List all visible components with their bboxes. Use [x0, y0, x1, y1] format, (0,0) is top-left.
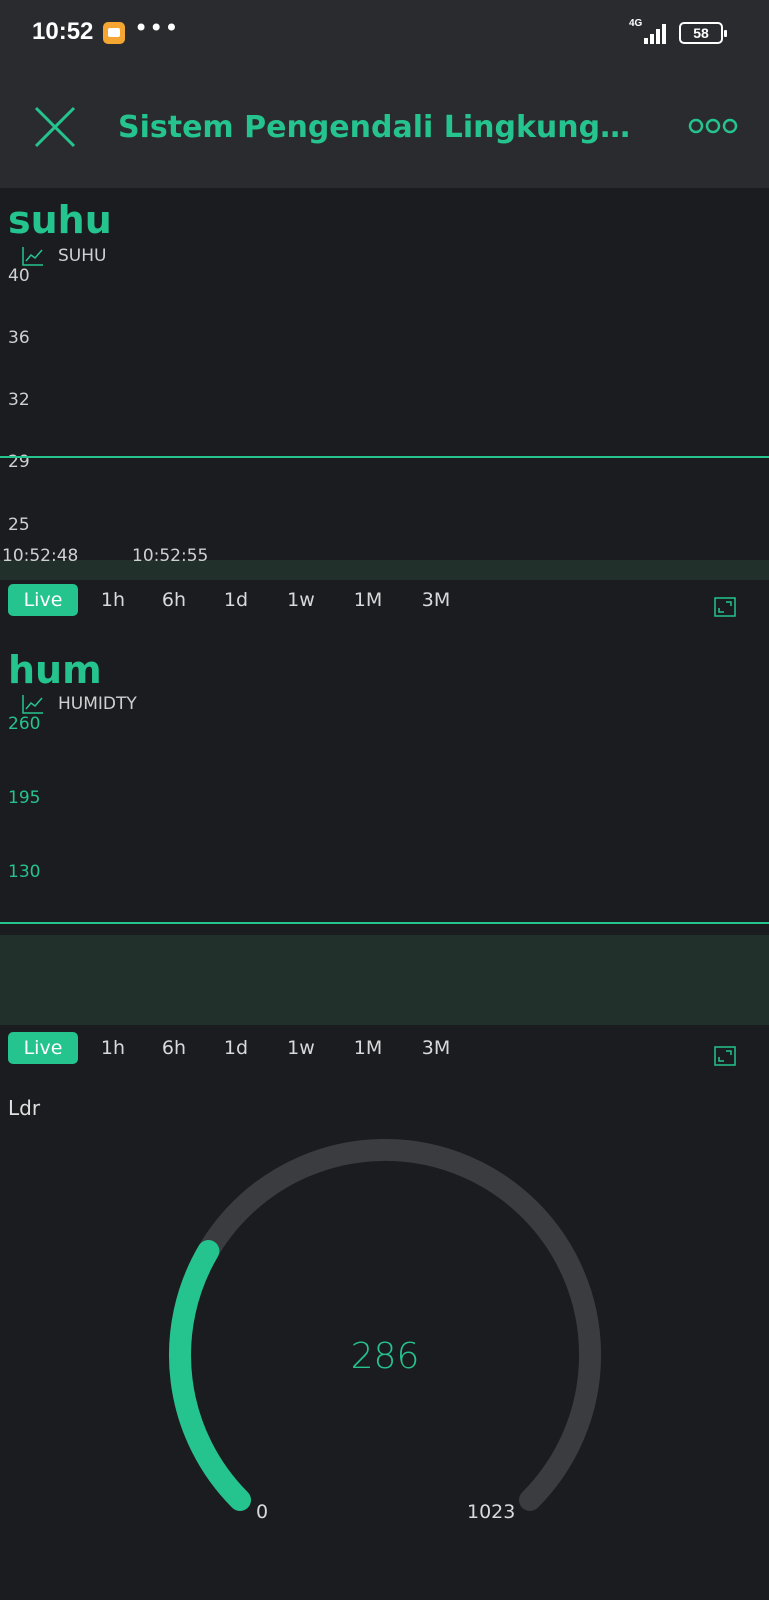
- x-tick: 10:52:48: [2, 546, 79, 566]
- suhu-plot-area[interactable]: [0, 270, 769, 580]
- close-button[interactable]: [28, 100, 82, 154]
- period-tab-6h[interactable]: 6h: [144, 589, 204, 611]
- period-tab-live[interactable]: Live: [8, 1032, 78, 1064]
- period-tab-1w[interactable]: 1w: [271, 589, 331, 611]
- period-tab-1h[interactable]: 1h: [83, 589, 143, 611]
- series-area-fill: [0, 560, 769, 580]
- period-tab-3m[interactable]: 3M: [406, 1037, 466, 1059]
- page-title: Sistem Pengendali Lingkungan...: [118, 110, 648, 145]
- chart-title: hum: [8, 648, 102, 692]
- period-tab-1d[interactable]: 1d: [206, 1037, 266, 1059]
- period-tab-1w[interactable]: 1w: [271, 1037, 331, 1059]
- period-tab-1m[interactable]: 1M: [338, 1037, 398, 1059]
- expand-icon[interactable]: [714, 597, 736, 617]
- chart-legend-label: HUMIDTY: [58, 694, 137, 714]
- expand-icon[interactable]: [714, 1046, 736, 1066]
- series-area-fill: [0, 935, 769, 1025]
- ldr-gauge: [169, 1139, 601, 1511]
- notification-icon: [103, 22, 125, 44]
- battery-icon: 58: [679, 22, 727, 44]
- chart-title: suhu: [8, 198, 112, 242]
- more-notifications-icon: •••: [134, 14, 180, 42]
- gauge-value: 286: [350, 1336, 420, 1377]
- period-tab-3m[interactable]: 3M: [406, 589, 466, 611]
- period-tab-1m[interactable]: 1M: [338, 589, 398, 611]
- gauge-label: Ldr: [8, 1096, 41, 1120]
- more-options-button[interactable]: [688, 112, 738, 140]
- period-tab-1h[interactable]: 1h: [83, 1037, 143, 1059]
- signal-icon: [640, 22, 668, 44]
- hum-plot-area[interactable]: [0, 720, 769, 1025]
- gauge-max: 1023: [467, 1501, 516, 1523]
- period-tab-1d[interactable]: 1d: [206, 589, 266, 611]
- gauge-track: [169, 1139, 601, 1511]
- line-chart-icon: [22, 695, 43, 714]
- line-chart-icon: [22, 247, 43, 266]
- chart-legend-label: SUHU: [58, 246, 107, 266]
- x-tick: 10:52:55: [132, 546, 209, 566]
- battery-level: 58: [693, 25, 709, 41]
- status-time: 10:52: [32, 18, 94, 45]
- period-tab-live[interactable]: Live: [8, 584, 78, 616]
- gauge-min: 0: [256, 1501, 269, 1523]
- gauge-fill: [169, 1240, 251, 1511]
- period-tab-6h[interactable]: 6h: [144, 1037, 204, 1059]
